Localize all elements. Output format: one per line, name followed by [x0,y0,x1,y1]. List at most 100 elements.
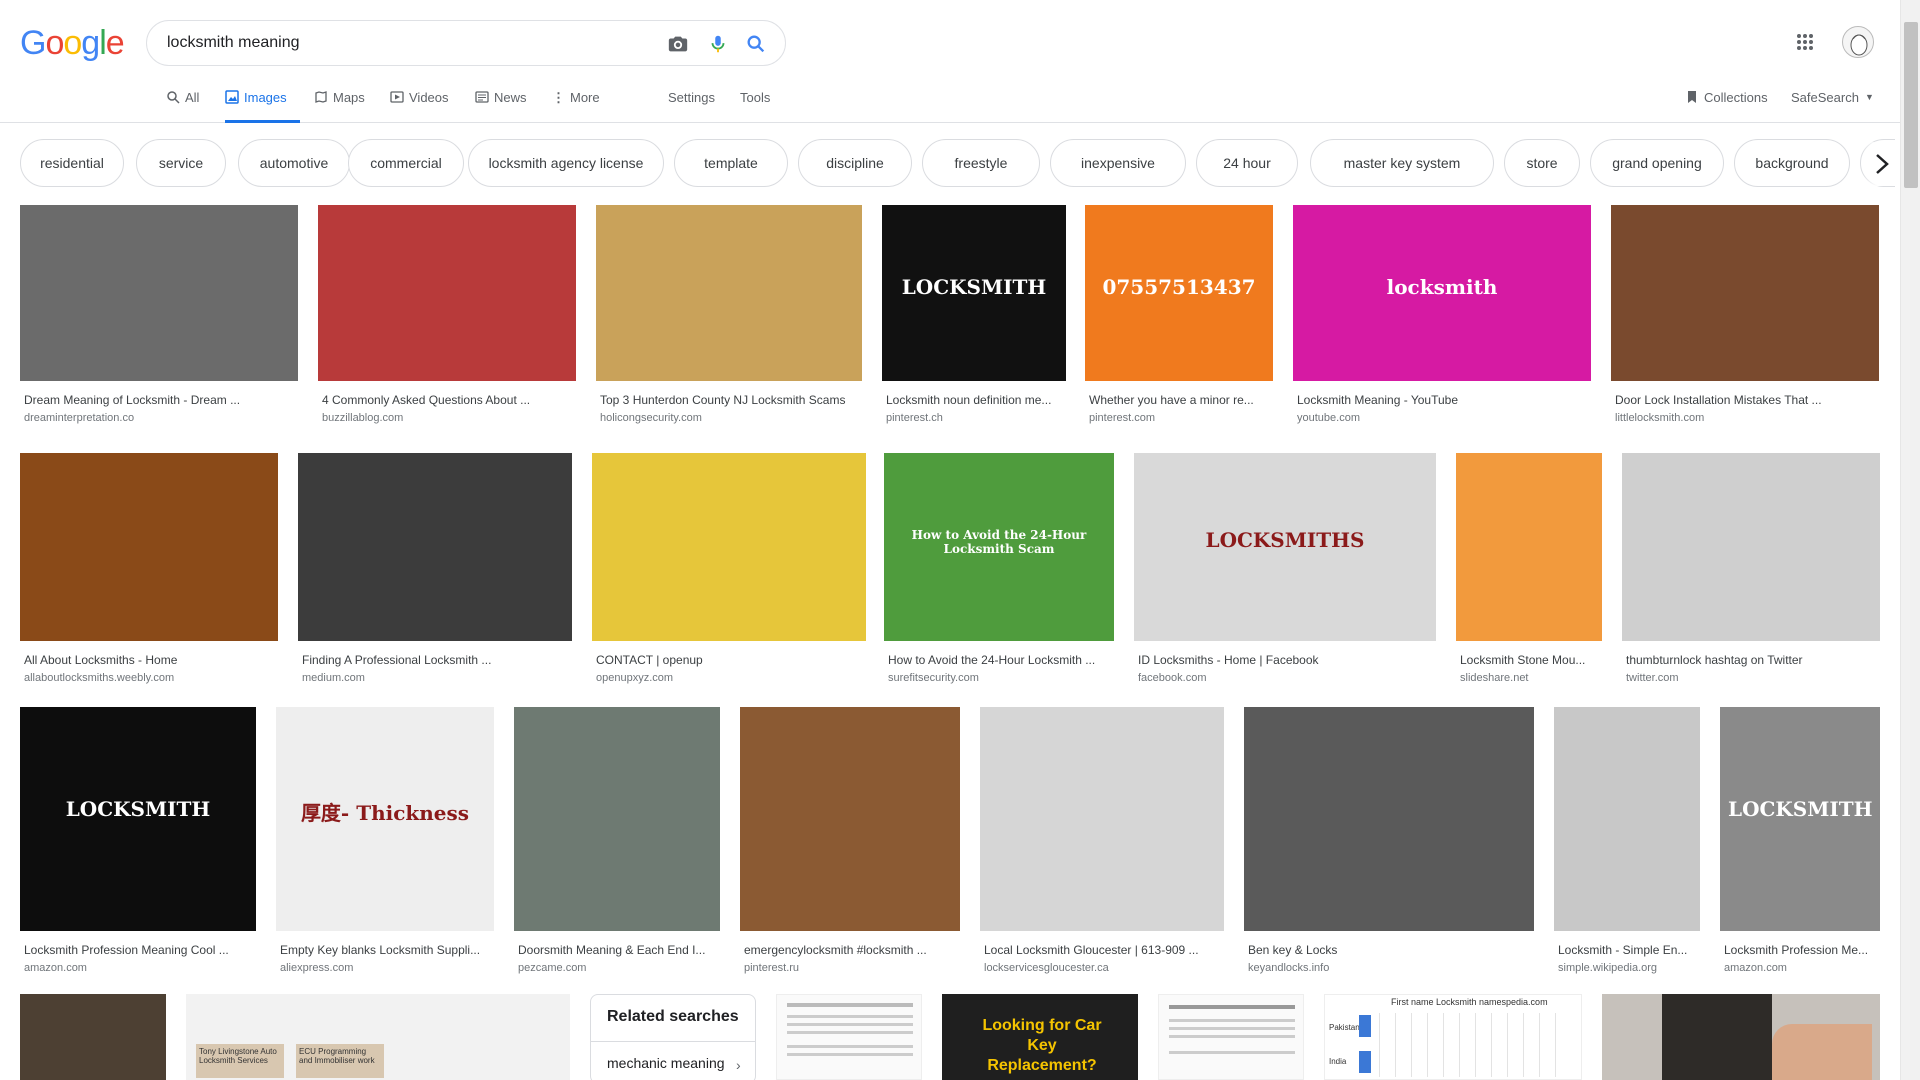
result-thumbnail[interactable] [514,707,720,931]
result-source[interactable]: medium.com [302,672,568,684]
tab-tools[interactable]: Tools [740,90,770,123]
result-title[interactable]: Locksmith Meaning - YouTube [1297,393,1587,407]
image-result-partial[interactable]: Looking for Car Key Replacement? [942,994,1138,1080]
tab-settings[interactable]: Settings [668,90,715,123]
result-title[interactable]: 4 Commonly Asked Questions About ... [322,393,572,407]
result-title[interactable]: Whether you have a minor re... [1089,393,1269,407]
result-thumbnail[interactable]: How to Avoid the 24-Hour Locksmith Scam [884,453,1114,641]
result-thumbnail[interactable] [20,205,298,381]
result-title[interactable]: All About Locksmiths - Home [24,653,274,667]
result-source[interactable]: amazon.com [24,962,252,974]
chip-residential[interactable]: residential [20,139,124,187]
result-source[interactable]: simple.wikipedia.org [1558,962,1696,974]
apps-grid-icon[interactable] [1796,33,1814,51]
search-icon[interactable] [745,33,767,55]
image-result[interactable]: emergencylocksmith #locksmith ... pintere… [740,707,960,974]
result-source[interactable]: aliexpress.com [280,962,490,974]
result-thumbnail[interactable] [1622,453,1880,641]
microphone-icon[interactable] [707,33,729,55]
chip-store[interactable]: store [1504,139,1580,187]
image-result[interactable]: thumbturnlock hashtag on Twitter twitter.… [1622,453,1880,684]
result-title[interactable]: emergencylocksmith #locksmith ... [744,943,956,957]
image-result[interactable]: locksmith Locksmith Meaning - YouTube yout… [1293,205,1591,424]
collections-button[interactable]: Collections [1686,90,1768,107]
result-source[interactable]: dreaminterpretation.co [24,412,294,424]
scrollbar-thumb[interactable] [1904,22,1918,188]
result-thumbnail[interactable] [740,707,960,931]
tab-maps[interactable]: Maps [314,90,365,123]
result-thumbnail[interactable] [1244,707,1534,931]
tab-all[interactable]: All [166,90,199,123]
image-result[interactable]: 07557513437 Whether you have a minor re..… [1085,205,1273,424]
result-title[interactable]: Doorsmith Meaning & Each End I... [518,943,716,957]
tab-videos[interactable]: Videos [390,90,449,123]
image-result[interactable]: Locksmith Stone Mou... slideshare.net [1456,453,1602,684]
result-source[interactable]: allaboutlocksmiths.weebly.com [24,672,274,684]
result-thumbnail[interactable] [592,453,866,641]
chip-discipline[interactable]: discipline [798,139,912,187]
result-source[interactable]: slideshare.net [1460,672,1598,684]
result-thumbnail[interactable]: LOCKSMITHS [1134,453,1436,641]
result-source[interactable]: lockservicesgloucester.ca [984,962,1220,974]
related-search-item[interactable]: mechanic meaning [607,1055,725,1071]
result-thumbnail[interactable] [1611,205,1879,381]
result-thumbnail[interactable] [1456,453,1602,641]
image-result[interactable]: LOCKSMITHS ID Locksmiths - Home | Faceboo… [1134,453,1436,684]
image-result[interactable]: LOCKSMITH Locksmith Profession Me... amazo… [1720,707,1880,974]
tab-images[interactable]: Images [225,90,300,123]
result-source[interactable]: facebook.com [1138,672,1432,684]
result-title[interactable]: Locksmith noun definition me... [886,393,1062,407]
image-result-partial[interactable] [1158,994,1304,1080]
account-avatar[interactable] [1842,26,1874,58]
image-result-partial[interactable]: Tony Livingstone Auto Locksmith Services… [186,994,570,1080]
image-result[interactable]: Local Locksmith Gloucester | 613-909 ...… [980,707,1224,974]
chip-24-hour[interactable]: 24 hour [1196,139,1298,187]
result-title[interactable]: Top 3 Hunterdon County NJ Locksmith Scam… [600,393,858,407]
image-result-partial[interactable]: First name Locksmith namespedia.com Paki… [1324,994,1582,1080]
result-thumbnail[interactable] [298,453,572,641]
image-result[interactable]: Finding A Professional Locksmith ... medi… [298,453,572,684]
chips-next-button[interactable] [1862,142,1902,186]
safesearch-button[interactable]: SafeSearch ▼ [1791,90,1874,105]
tab-more[interactable]: ⋮ More [552,90,600,123]
image-result[interactable]: Top 3 Hunterdon County NJ Locksmith Scam… [596,205,862,424]
image-result[interactable]: LOCKSMITH Locksmith Profession Meaning Co… [20,707,256,974]
result-thumbnail[interactable]: LOCKSMITH [20,707,256,931]
chip-service[interactable]: service [136,139,226,187]
result-title[interactable]: Dream Meaning of Locksmith - Dream ... [24,393,294,407]
result-thumbnail[interactable]: 07557513437 [1085,205,1273,381]
result-source[interactable]: surefitsecurity.com [888,672,1110,684]
chip-automotive[interactable]: automotive [238,139,350,187]
chip-locksmith-agency-license[interactable]: locksmith agency license [468,139,664,187]
chip-grand-opening[interactable]: grand opening [1590,139,1724,187]
image-result[interactable]: Door Lock Installation Mistakes That ...… [1611,205,1879,424]
result-title[interactable]: Locksmith Profession Me... [1724,943,1876,957]
result-title[interactable]: Locksmith Profession Meaning Cool ... [24,943,252,957]
tab-news[interactable]: News [475,90,527,123]
result-title[interactable]: Locksmith Stone Mou... [1460,653,1598,667]
result-source[interactable]: openupxyz.com [596,672,862,684]
result-source[interactable]: twitter.com [1626,672,1876,684]
result-thumbnail[interactable] [596,205,862,381]
image-result[interactable]: Dream Meaning of Locksmith - Dream ... dr… [20,205,298,424]
result-title[interactable]: Finding A Professional Locksmith ... [302,653,568,667]
result-title[interactable]: ID Locksmiths - Home | Facebook [1138,653,1432,667]
image-result[interactable]: Locksmith - Simple En... simple.wikipedia… [1554,707,1700,974]
search-input[interactable] [167,32,647,54]
result-source[interactable]: littlelocksmith.com [1615,412,1875,424]
result-source[interactable]: amazon.com [1724,962,1876,974]
chip-commercial[interactable]: commercial [348,139,464,187]
result-title[interactable]: Empty Key blanks Locksmith Suppli... [280,943,490,957]
camera-icon[interactable] [667,33,689,55]
image-result[interactable]: Ben key & Locks keyandlocks.info [1244,707,1534,974]
result-source[interactable]: youtube.com [1297,412,1587,424]
result-title[interactable]: CONTACT | openup [596,653,862,667]
result-thumbnail[interactable] [20,453,278,641]
result-source[interactable]: buzzillablog.com [322,412,572,424]
result-title[interactable]: Door Lock Installation Mistakes That ... [1615,393,1875,407]
result-thumbnail[interactable]: locksmith [1293,205,1591,381]
chip-background[interactable]: background [1734,139,1850,187]
result-thumbnail[interactable]: LOCKSMITH [1720,707,1880,931]
chip-template[interactable]: template [674,139,788,187]
image-result-partial[interactable] [1602,994,1880,1080]
